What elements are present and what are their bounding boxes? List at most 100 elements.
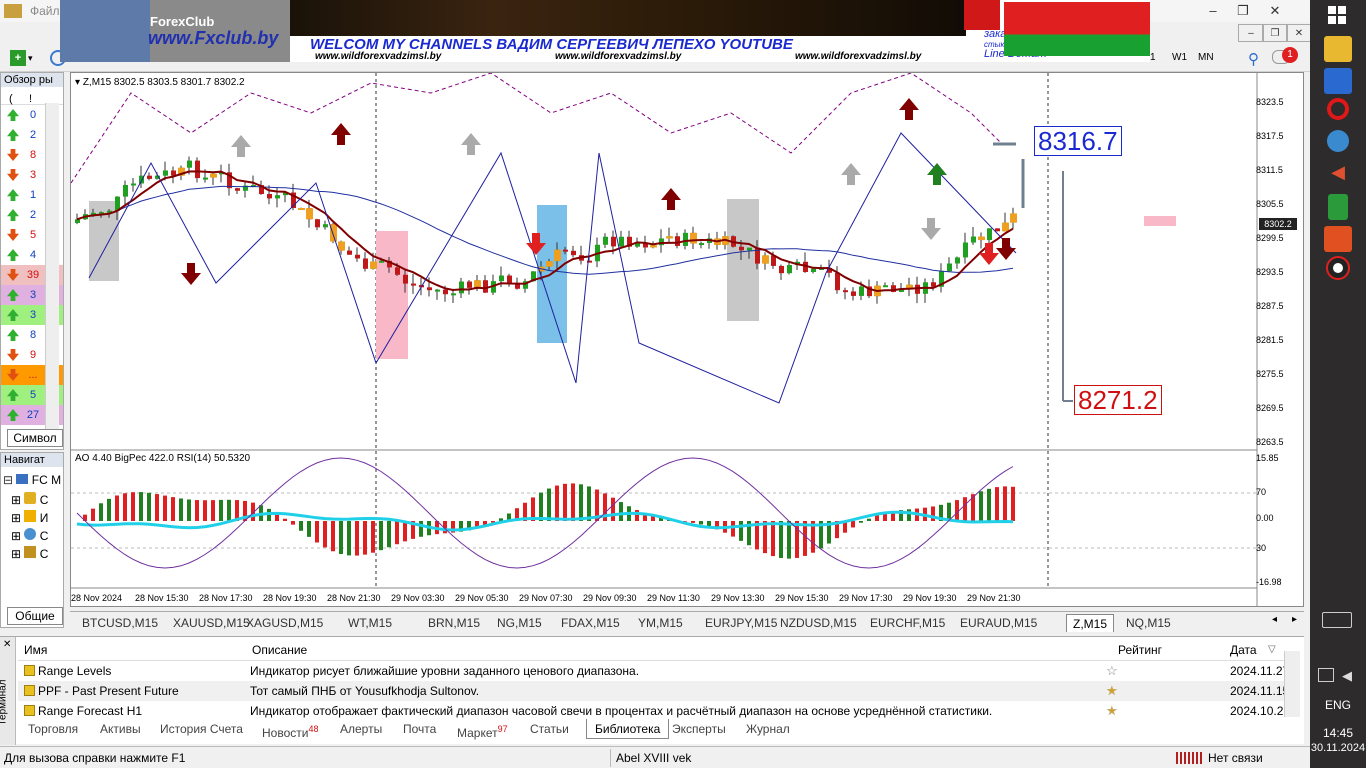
terminal-tab[interactable]: Почта bbox=[403, 719, 436, 739]
market-scrollbar[interactable] bbox=[45, 103, 59, 433]
chart-tab[interactable]: BRN,M15 bbox=[428, 614, 480, 632]
col-date[interactable]: Дата bbox=[1230, 639, 1257, 661]
restore-icon[interactable]: ❐ bbox=[1230, 2, 1256, 20]
language-indicator[interactable]: ENG bbox=[1310, 698, 1366, 712]
clock-date[interactable]: 30.11.2024 bbox=[1310, 742, 1366, 754]
close-icon[interactable]: ✕ bbox=[1262, 2, 1288, 20]
tabs-right-icon[interactable]: ▸ bbox=[1292, 614, 1297, 625]
market-row-value: ... bbox=[28, 369, 38, 381]
terminal-close-icon[interactable]: ✕ bbox=[3, 639, 11, 650]
chart-tab[interactable]: Z,M15 bbox=[1066, 614, 1115, 632]
new-chart-icon[interactable]: + bbox=[10, 50, 26, 66]
menu-file[interactable]: Файл bbox=[30, 4, 60, 18]
library-row[interactable]: Range Forecast H1 Индикатор отображает фа… bbox=[18, 701, 1290, 721]
tf-h1[interactable]: 1 bbox=[1150, 52, 1156, 63]
tab-symbols[interactable]: Символ bbox=[7, 429, 63, 447]
chart-tab[interactable]: BTCUSD,M15 bbox=[82, 614, 158, 632]
terminal-tab[interactable]: Новости48 bbox=[262, 719, 318, 740]
terminal-sidebar: ✕ Терминал bbox=[0, 637, 16, 745]
ao-bar bbox=[347, 521, 351, 556]
indicator-tick: -16.98 bbox=[1256, 577, 1282, 587]
banner-url-2[interactable]: www.wildforexvadzimsl.by bbox=[555, 51, 681, 62]
indicator-icon bbox=[24, 685, 35, 696]
terminal-window: Файл – ❐ ✕ – ❐ ✕ + ▾ 1 W1 MN ⚲ 1 ForexCl… bbox=[0, 0, 1310, 768]
library-row[interactable]: Range Levels Индикатор рисует ближайшие у… bbox=[18, 661, 1289, 681]
mdi-restore-icon[interactable]: ❐ bbox=[1262, 24, 1288, 42]
mdi-controls: – ❐ ✕ bbox=[1200, 22, 1310, 44]
tf-w1[interactable]: W1 bbox=[1172, 52, 1187, 63]
ao-bar bbox=[779, 521, 783, 558]
terminal-tab[interactable]: Статьи bbox=[530, 719, 569, 739]
navigator-root[interactable]: ⊟ FC M bbox=[3, 473, 61, 487]
col-desc[interactable]: Описание bbox=[252, 639, 307, 661]
outlook-icon[interactable] bbox=[1324, 68, 1352, 94]
terminal-tab[interactable]: Библиотека bbox=[586, 719, 670, 739]
terminal-tab[interactable]: Активы bbox=[100, 719, 141, 739]
volume-icon[interactable]: ◀ bbox=[1342, 668, 1352, 684]
opera-icon[interactable] bbox=[1327, 98, 1349, 120]
terminal-tab[interactable]: Алерты bbox=[340, 719, 382, 739]
dropdown-icon[interactable]: ▾ bbox=[28, 53, 33, 64]
ao-bar bbox=[995, 487, 999, 521]
clock-time[interactable]: 14:45 bbox=[1310, 726, 1366, 740]
banner-image bbox=[290, 0, 966, 36]
ao-bar bbox=[851, 521, 855, 528]
candle-body bbox=[275, 195, 280, 199]
col-rating[interactable]: Рейтинг bbox=[1118, 639, 1162, 661]
candle-highlight bbox=[650, 245, 657, 248]
col-name[interactable]: Имя bbox=[24, 639, 47, 661]
candle-highlight bbox=[762, 255, 769, 264]
library-item-name: Range Levels bbox=[38, 664, 112, 678]
nav-item-advisors[interactable]: ⊞ С bbox=[11, 527, 48, 545]
chart-tab[interactable]: XAUUSD,M15 bbox=[173, 614, 250, 632]
tabs-left-icon[interactable]: ◂ bbox=[1272, 614, 1277, 625]
terminal-tab[interactable]: Журнал bbox=[746, 719, 790, 739]
chart-tab[interactable]: NZDUSD,M15 bbox=[780, 614, 857, 632]
mdi-minimize-icon[interactable]: – bbox=[1238, 24, 1264, 42]
network-icon[interactable] bbox=[1318, 668, 1334, 682]
sort-icon[interactable]: ▽ bbox=[1268, 639, 1276, 661]
paint-icon[interactable] bbox=[1327, 130, 1349, 152]
calculator-icon[interactable] bbox=[1328, 194, 1348, 220]
minimize-icon[interactable]: – bbox=[1200, 2, 1226, 20]
terminal-tab[interactable]: Торговля bbox=[28, 719, 78, 739]
keyboard-icon[interactable] bbox=[1322, 612, 1352, 628]
app-orange-icon[interactable] bbox=[1324, 226, 1352, 252]
tab-common[interactable]: Общие bbox=[7, 607, 63, 625]
ao-bar bbox=[539, 492, 543, 521]
chart-tab[interactable]: XAGUSD,M15 bbox=[246, 614, 323, 632]
mdi-close-icon[interactable]: ✕ bbox=[1286, 24, 1310, 42]
chart-tab[interactable]: NQ,M15 bbox=[1126, 614, 1171, 632]
price-chart[interactable]: ▾ Z,M15 8302.5 8303.5 8301.7 8302.2 AO 4… bbox=[70, 72, 1304, 607]
tf-mn[interactable]: MN bbox=[1198, 52, 1214, 63]
banner-url-3[interactable]: www.wildforexvadzimsl.by bbox=[795, 51, 921, 62]
speaker-icon[interactable]: ◀ bbox=[1324, 162, 1352, 188]
candle-body bbox=[859, 286, 864, 296]
market-row-value: 27 bbox=[26, 409, 40, 421]
ao-bar bbox=[203, 500, 207, 521]
alerts-badge[interactable]: 1 bbox=[1282, 47, 1298, 63]
chart-tab[interactable]: NG,M15 bbox=[497, 614, 542, 632]
high-level-label: 8316.7 bbox=[1034, 126, 1122, 156]
terminal-scrollbar[interactable] bbox=[1284, 651, 1300, 717]
nav-item-indicators[interactable]: ⊞ И bbox=[11, 509, 48, 527]
chart-tab[interactable]: EURJPY,M15 bbox=[705, 614, 777, 632]
terminal-tab[interactable]: Эксперты bbox=[672, 719, 726, 739]
chart-tab[interactable]: FDAX,M15 bbox=[561, 614, 620, 632]
chart-tab[interactable]: YM,M15 bbox=[638, 614, 683, 632]
chart-tab[interactable]: WT,M15 bbox=[348, 614, 392, 632]
nav-item-scripts[interactable]: ⊞ С bbox=[11, 545, 48, 563]
record-icon[interactable] bbox=[1326, 256, 1350, 280]
terminal-tab[interactable]: Маркет97 bbox=[457, 719, 508, 740]
banner-url-1[interactable]: www.wildforexvadzimsl.by bbox=[315, 51, 441, 62]
explorer-icon[interactable] bbox=[1324, 36, 1352, 62]
library-row[interactable]: PPF - Past Present Future Тот самый ПНБ о… bbox=[18, 681, 1289, 701]
chart-tab[interactable]: EURCHF,M15 bbox=[870, 614, 945, 632]
nav-item-accounts[interactable]: ⊞ С bbox=[11, 491, 48, 509]
start-icon[interactable] bbox=[1328, 6, 1346, 24]
chart-tab[interactable]: EURAUD,M15 bbox=[960, 614, 1037, 632]
search-icon[interactable]: ⚲ bbox=[1248, 50, 1259, 68]
ao-bar bbox=[379, 521, 383, 551]
terminal-tab[interactable]: История Счета bbox=[160, 719, 243, 739]
ao-bar bbox=[547, 488, 551, 521]
